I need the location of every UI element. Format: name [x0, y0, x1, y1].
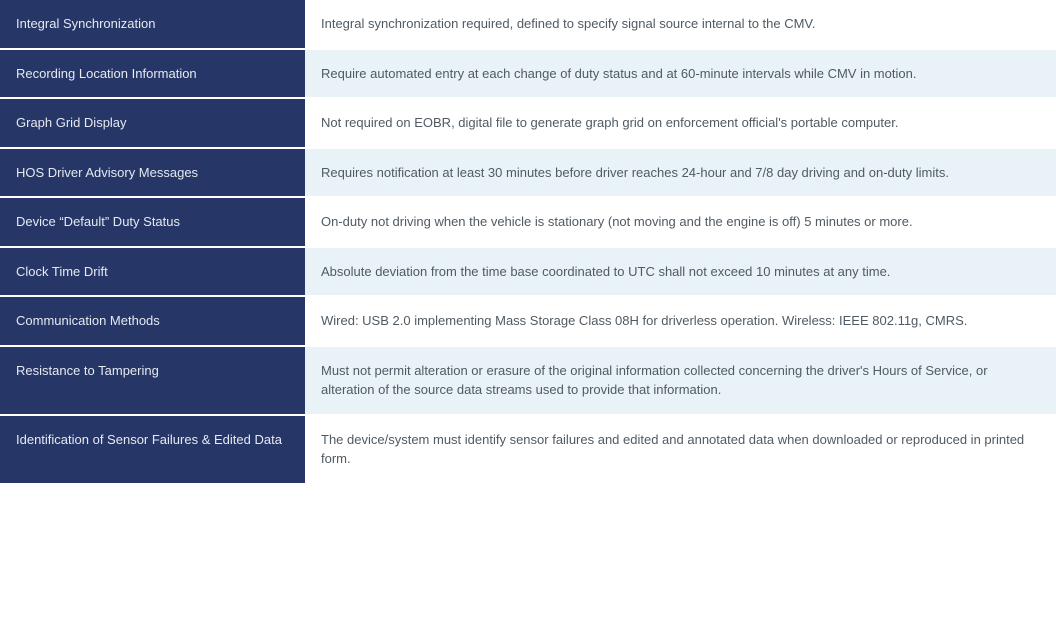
table-row: Communication Methods Wired: USB 2.0 imp…	[0, 297, 1056, 347]
row-label: Device “Default” Duty Status	[0, 198, 305, 248]
row-label: Identification of Sensor Failures & Edit…	[0, 416, 305, 485]
row-desc: Requires notification at least 30 minute…	[305, 149, 1056, 199]
row-desc: Require automated entry at each change o…	[305, 50, 1056, 100]
spec-table: Integral Synchronization Integral synchr…	[0, 0, 1056, 485]
table-row: HOS Driver Advisory Messages Requires no…	[0, 149, 1056, 199]
table-row: Device “Default” Duty Status On-duty not…	[0, 198, 1056, 248]
row-desc: Absolute deviation from the time base co…	[305, 248, 1056, 298]
row-desc: Integral synchronization required, defin…	[305, 0, 1056, 50]
row-label: Graph Grid Display	[0, 99, 305, 149]
row-label: HOS Driver Advisory Messages	[0, 149, 305, 199]
row-desc: The device/system must identify sensor f…	[305, 416, 1056, 485]
table-row: Graph Grid Display Not required on EOBR,…	[0, 99, 1056, 149]
row-desc: Must not permit alteration or erasure of…	[305, 347, 1056, 416]
row-label: Recording Location Information	[0, 50, 305, 100]
table-row: Clock Time Drift Absolute deviation from…	[0, 248, 1056, 298]
row-desc: Not required on EOBR, digital file to ge…	[305, 99, 1056, 149]
row-label: Resistance to Tampering	[0, 347, 305, 416]
table-row: Identification of Sensor Failures & Edit…	[0, 416, 1056, 485]
table-row: Resistance to Tampering Must not permit …	[0, 347, 1056, 416]
row-label: Clock Time Drift	[0, 248, 305, 298]
row-desc: Wired: USB 2.0 implementing Mass Storage…	[305, 297, 1056, 347]
row-label: Integral Synchronization	[0, 0, 305, 50]
row-desc: On-duty not driving when the vehicle is …	[305, 198, 1056, 248]
table-row: Integral Synchronization Integral synchr…	[0, 0, 1056, 50]
row-label: Communication Methods	[0, 297, 305, 347]
table-row: Recording Location Information Require a…	[0, 50, 1056, 100]
